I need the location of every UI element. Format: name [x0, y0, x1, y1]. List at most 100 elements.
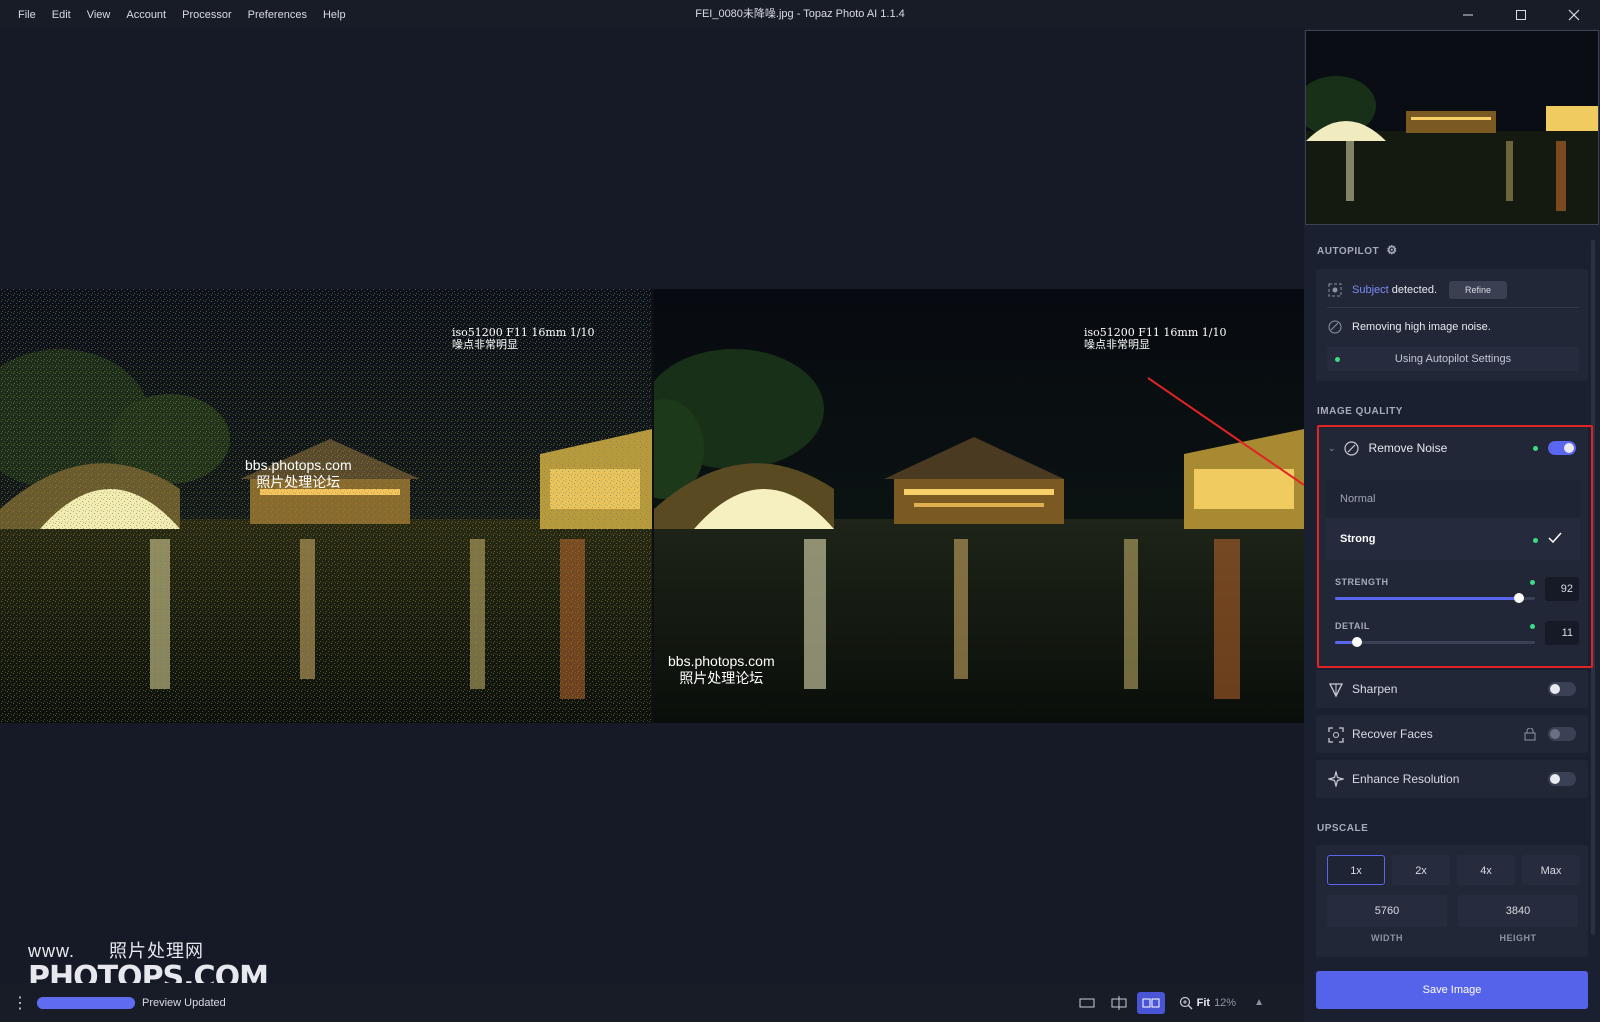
- noise-message-row: Removing high image noise.: [1328, 319, 1491, 335]
- sharpen-card[interactable]: Sharpen: [1316, 670, 1588, 708]
- mode-strong-label: Strong: [1340, 533, 1376, 545]
- width-label: WIDTH: [1371, 933, 1403, 943]
- refine-button[interactable]: Refine: [1449, 281, 1507, 299]
- original-preview[interactable]: iso51200 F11 16mm 1/10 噪点非常明显 bbs.photop…: [0, 289, 652, 723]
- recover-faces-icon: [1328, 727, 1344, 743]
- strong-active-dot: [1533, 538, 1538, 543]
- navigator-image: [1306, 31, 1598, 224]
- site-watermark-cn: 照片处理网: [109, 941, 205, 961]
- upscale-2x-button[interactable]: 2x: [1392, 855, 1450, 885]
- active-dot: [1335, 357, 1340, 362]
- chevron-down-icon[interactable]: ⌄: [1328, 443, 1336, 454]
- toggle-knob: [1550, 729, 1560, 739]
- exif-line-2: 噪点非常明显: [1084, 338, 1150, 351]
- window-controls: [1441, 0, 1600, 29]
- side-by-side-view-button[interactable]: [1136, 991, 1165, 1014]
- strength-value[interactable]: 92: [1545, 577, 1579, 601]
- mode-normal-option[interactable]: Normal: [1326, 480, 1580, 518]
- detail-slider[interactable]: [1335, 637, 1535, 647]
- split-view-icon: [1111, 995, 1127, 1010]
- remove-noise-toggle[interactable]: [1548, 441, 1576, 455]
- close-button[interactable]: [1547, 0, 1600, 29]
- strength-label: STRENGTH: [1335, 577, 1389, 587]
- processed-preview[interactable]: iso51200 F11 16mm 1/10 噪点非常明显 bbs.photop…: [654, 289, 1304, 723]
- detail-label: DETAIL: [1335, 621, 1370, 631]
- menu-edit[interactable]: Edit: [44, 9, 79, 21]
- autopilot-header: AUTOPILOT ⚙: [1317, 243, 1398, 257]
- more-options-icon[interactable]: ⋮: [10, 993, 30, 1013]
- enhance-resolution-card[interactable]: Enhance Resolution: [1316, 760, 1588, 798]
- single-view-icon: [1079, 998, 1095, 1007]
- lock-icon: [1524, 728, 1536, 741]
- toggle-knob: [1550, 684, 1560, 694]
- gear-icon[interactable]: ⚙: [1386, 243, 1397, 257]
- minimize-icon: [1462, 14, 1473, 15]
- expand-up-icon[interactable]: ▲: [1254, 997, 1264, 1008]
- height-label: HEIGHT: [1499, 933, 1537, 943]
- title-bar: File Edit View Account Processor Prefere…: [0, 0, 1600, 29]
- menu-processor[interactable]: Processor: [174, 9, 240, 21]
- autopilot-settings-button[interactable]: Using Autopilot Settings: [1327, 347, 1579, 371]
- menu-bar: File Edit View Account Processor Prefere…: [10, 0, 354, 29]
- upscale-1x-button[interactable]: 1x: [1327, 855, 1385, 885]
- zoom-icon: [1179, 996, 1193, 1009]
- night-scene-noisy: [0, 289, 652, 723]
- preview-progress-fill: [37, 996, 135, 1009]
- menu-preferences[interactable]: Preferences: [240, 9, 315, 21]
- menu-account[interactable]: Account: [118, 9, 174, 21]
- height-field[interactable]: 3840: [1458, 895, 1578, 927]
- upscale-label: UPSCALE: [1317, 823, 1369, 834]
- strength-active-dot: [1530, 580, 1535, 585]
- autopilot-settings-label: Using Autopilot Settings: [1394, 353, 1512, 365]
- split-view-button[interactable]: [1105, 992, 1133, 1014]
- remove-noise-icon: [1343, 440, 1359, 456]
- sharpen-toggle[interactable]: [1548, 682, 1576, 696]
- photo-watermark-cn: 照片处理论坛: [679, 670, 764, 686]
- width-field[interactable]: 5760: [1327, 895, 1447, 927]
- side-by-side-icon: [1142, 998, 1160, 1007]
- recover-faces-toggle[interactable]: [1548, 727, 1576, 741]
- zoom-mode: Fit: [1196, 996, 1211, 1009]
- menu-view[interactable]: View: [79, 9, 119, 21]
- maximize-icon: [1515, 9, 1526, 20]
- enhance-resolution-toggle[interactable]: [1548, 772, 1576, 786]
- checkmark-icon: [1548, 532, 1562, 544]
- photo-watermark-url: bbs.photops.com: [668, 653, 775, 669]
- bottom-bar: ⋮ Preview Updated Fit 12% ▲: [0, 983, 1304, 1022]
- upscale-max-button[interactable]: Max: [1522, 855, 1580, 885]
- zoom-percent: 12%: [1214, 996, 1237, 1009]
- single-view-button[interactable]: [1073, 992, 1101, 1014]
- strength-knob[interactable]: [1514, 593, 1524, 603]
- remove-noise-name: Remove Noise: [1368, 441, 1448, 455]
- recover-faces-card[interactable]: Recover Faces: [1316, 715, 1588, 753]
- minimize-button[interactable]: [1441, 0, 1494, 29]
- navigator-thumbnail[interactable]: [1305, 30, 1599, 225]
- sharpen-name: Sharpen: [1352, 682, 1398, 696]
- site-watermark-prefix: www.: [28, 941, 76, 961]
- photo-watermark-cn: 照片处理论坛: [256, 474, 341, 490]
- maximize-button[interactable]: [1494, 0, 1547, 29]
- remove-noise-active-dot: [1533, 446, 1538, 451]
- menu-file[interactable]: File: [10, 9, 44, 21]
- strength-slider[interactable]: [1335, 593, 1535, 603]
- image-quality-label: IMAGE QUALITY: [1317, 406, 1403, 417]
- zoom-control[interactable]: Fit 12%: [1179, 996, 1236, 1010]
- autopilot-divider: [1327, 307, 1579, 308]
- image-canvas[interactable]: iso51200 F11 16mm 1/10 噪点非常明显 bbs.photop…: [0, 29, 1304, 983]
- remove-noise-header[interactable]: ⌄ Remove Noise: [1328, 440, 1447, 456]
- view-tools: Fit 12% ▲: [1073, 983, 1264, 1022]
- exif-line-2: 噪点非常明显: [452, 338, 518, 351]
- subject-row: Subject detected.: [1328, 282, 1437, 298]
- noise-message: Removing high image noise.: [1352, 321, 1491, 333]
- menu-help[interactable]: Help: [315, 9, 354, 21]
- toggle-knob: [1550, 774, 1560, 784]
- subject-word[interactable]: Subject: [1352, 284, 1389, 296]
- detail-value[interactable]: 11: [1545, 621, 1579, 645]
- preview-status: Preview Updated: [142, 996, 226, 1009]
- save-image-button[interactable]: Save Image: [1316, 971, 1588, 1009]
- photo-watermark-url: bbs.photops.com: [245, 457, 352, 473]
- close-icon: [1568, 9, 1579, 20]
- detail-knob[interactable]: [1352, 637, 1362, 647]
- upscale-4x-button[interactable]: 4x: [1457, 855, 1515, 885]
- mode-strong-option[interactable]: Strong: [1326, 518, 1580, 560]
